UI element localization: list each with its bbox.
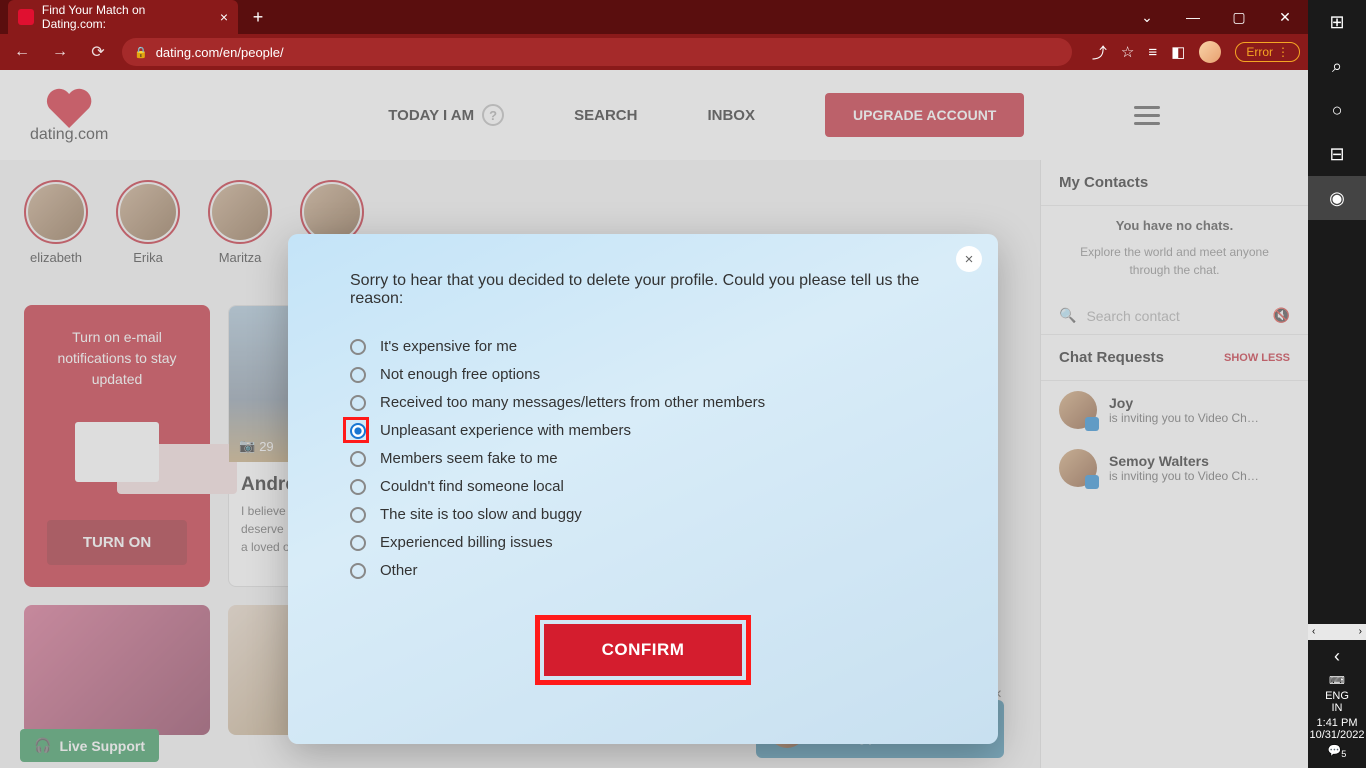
reload-button[interactable]: ⟳ (84, 38, 112, 66)
share-icon[interactable]: ⤴ (1092, 42, 1107, 63)
task-view-icon[interactable]: ⊟ (1308, 132, 1366, 176)
windows-start-icon[interactable]: ⊞ (1308, 0, 1366, 44)
radio-icon (350, 367, 366, 383)
radio-icon (350, 395, 366, 411)
language-indicator[interactable]: ENGIN (1308, 690, 1366, 714)
clock[interactable]: 1:41 PM10/31/2022 (1308, 717, 1366, 741)
new-tab-button[interactable]: + (244, 3, 272, 31)
forward-button[interactable]: → (46, 38, 74, 66)
reason-label: Not enough free options (380, 366, 540, 383)
reason-label: It's expensive for me (380, 338, 517, 355)
radio-icon (350, 563, 366, 579)
taskbar-search-icon[interactable]: ⌕ (1308, 44, 1366, 88)
bookmark-icon[interactable]: ☆ (1121, 43, 1134, 61)
address-bar: ← → ⟳ 🔒 dating.com/en/people/ ⤴ ☆ ≡ ◧ Er… (0, 34, 1308, 70)
profile-avatar[interactable] (1199, 41, 1221, 63)
radio-icon (350, 451, 366, 467)
tab-title: Find Your Match on Dating.com: (42, 3, 212, 31)
chrome-taskbar-icon[interactable]: ◉ (1308, 176, 1366, 220)
url-text: dating.com/en/people/ (156, 45, 284, 60)
confirm-button[interactable]: CONFIRM (544, 624, 743, 676)
delete-reason-option[interactable]: It's expensive for me (350, 338, 936, 355)
cortana-icon[interactable]: ○ (1308, 88, 1366, 132)
reading-list-icon[interactable]: ≡ (1148, 44, 1157, 61)
modal-question: Sorry to hear that you decided to delete… (350, 272, 936, 308)
tab-favicon (18, 9, 34, 25)
browser-title-bar: Find Your Match on Dating.com: × + ⌄ — ▢… (0, 0, 1308, 34)
delete-reason-option[interactable]: The site is too slow and buggy (350, 506, 936, 523)
selection-highlight-box (343, 417, 369, 443)
delete-reason-option[interactable]: Members seem fake to me (350, 450, 936, 467)
reason-label: Couldn't find someone local (380, 478, 564, 495)
browser-tab[interactable]: Find Your Match on Dating.com: × (8, 0, 238, 34)
radio-icon (350, 507, 366, 523)
reason-label: Received too many messages/letters from … (380, 394, 765, 411)
tray-chevron-icon[interactable]: ‹ (1308, 643, 1366, 671)
delete-reason-option[interactable]: Other (350, 562, 936, 579)
radio-icon (350, 339, 366, 355)
delete-profile-modal: × Sorry to hear that you decided to dele… (288, 234, 998, 744)
keyboard-icon[interactable]: ⌨ (1308, 674, 1366, 687)
confirm-highlight-box: CONFIRM (535, 615, 752, 685)
delete-reason-option[interactable]: Experienced billing issues (350, 534, 936, 551)
error-pill[interactable]: Error⋮ (1235, 42, 1300, 62)
reason-label: The site is too slow and buggy (380, 506, 582, 523)
delete-reason-option[interactable]: Couldn't find someone local (350, 478, 936, 495)
notifications-icon[interactable]: 💬5 (1308, 744, 1366, 759)
delete-reason-option[interactable]: Not enough free options (350, 366, 936, 383)
lock-icon: 🔒 (134, 46, 148, 59)
dropdown-icon[interactable]: ⌄ (1124, 0, 1170, 34)
radio-icon (350, 535, 366, 551)
minimize-button[interactable]: — (1170, 0, 1216, 34)
url-input[interactable]: 🔒 dating.com/en/people/ (122, 38, 1072, 66)
maximize-button[interactable]: ▢ (1216, 0, 1262, 34)
delete-reason-option[interactable]: Unpleasant experience with members (350, 422, 936, 439)
windows-taskbar: ⊞ ⌕ ○ ⊟ ◉ ‹› ‹ ⌨ ENGIN 1:41 PM10/31/2022… (1308, 0, 1366, 768)
reason-label: Other (380, 562, 418, 579)
tab-close-icon[interactable]: × (220, 9, 228, 25)
close-window-button[interactable]: ✕ (1262, 0, 1308, 34)
back-button[interactable]: ← (8, 38, 36, 66)
reason-label: Unpleasant experience with members (380, 422, 631, 439)
delete-reason-option[interactable]: Received too many messages/letters from … (350, 394, 936, 411)
reason-label: Members seem fake to me (380, 450, 558, 467)
tray-scroll[interactable]: ‹› (1308, 624, 1366, 640)
radio-icon (350, 479, 366, 495)
modal-close-button[interactable]: × (956, 246, 982, 272)
extensions-icon[interactable]: ◧ (1171, 43, 1185, 61)
reason-label: Experienced billing issues (380, 534, 553, 551)
